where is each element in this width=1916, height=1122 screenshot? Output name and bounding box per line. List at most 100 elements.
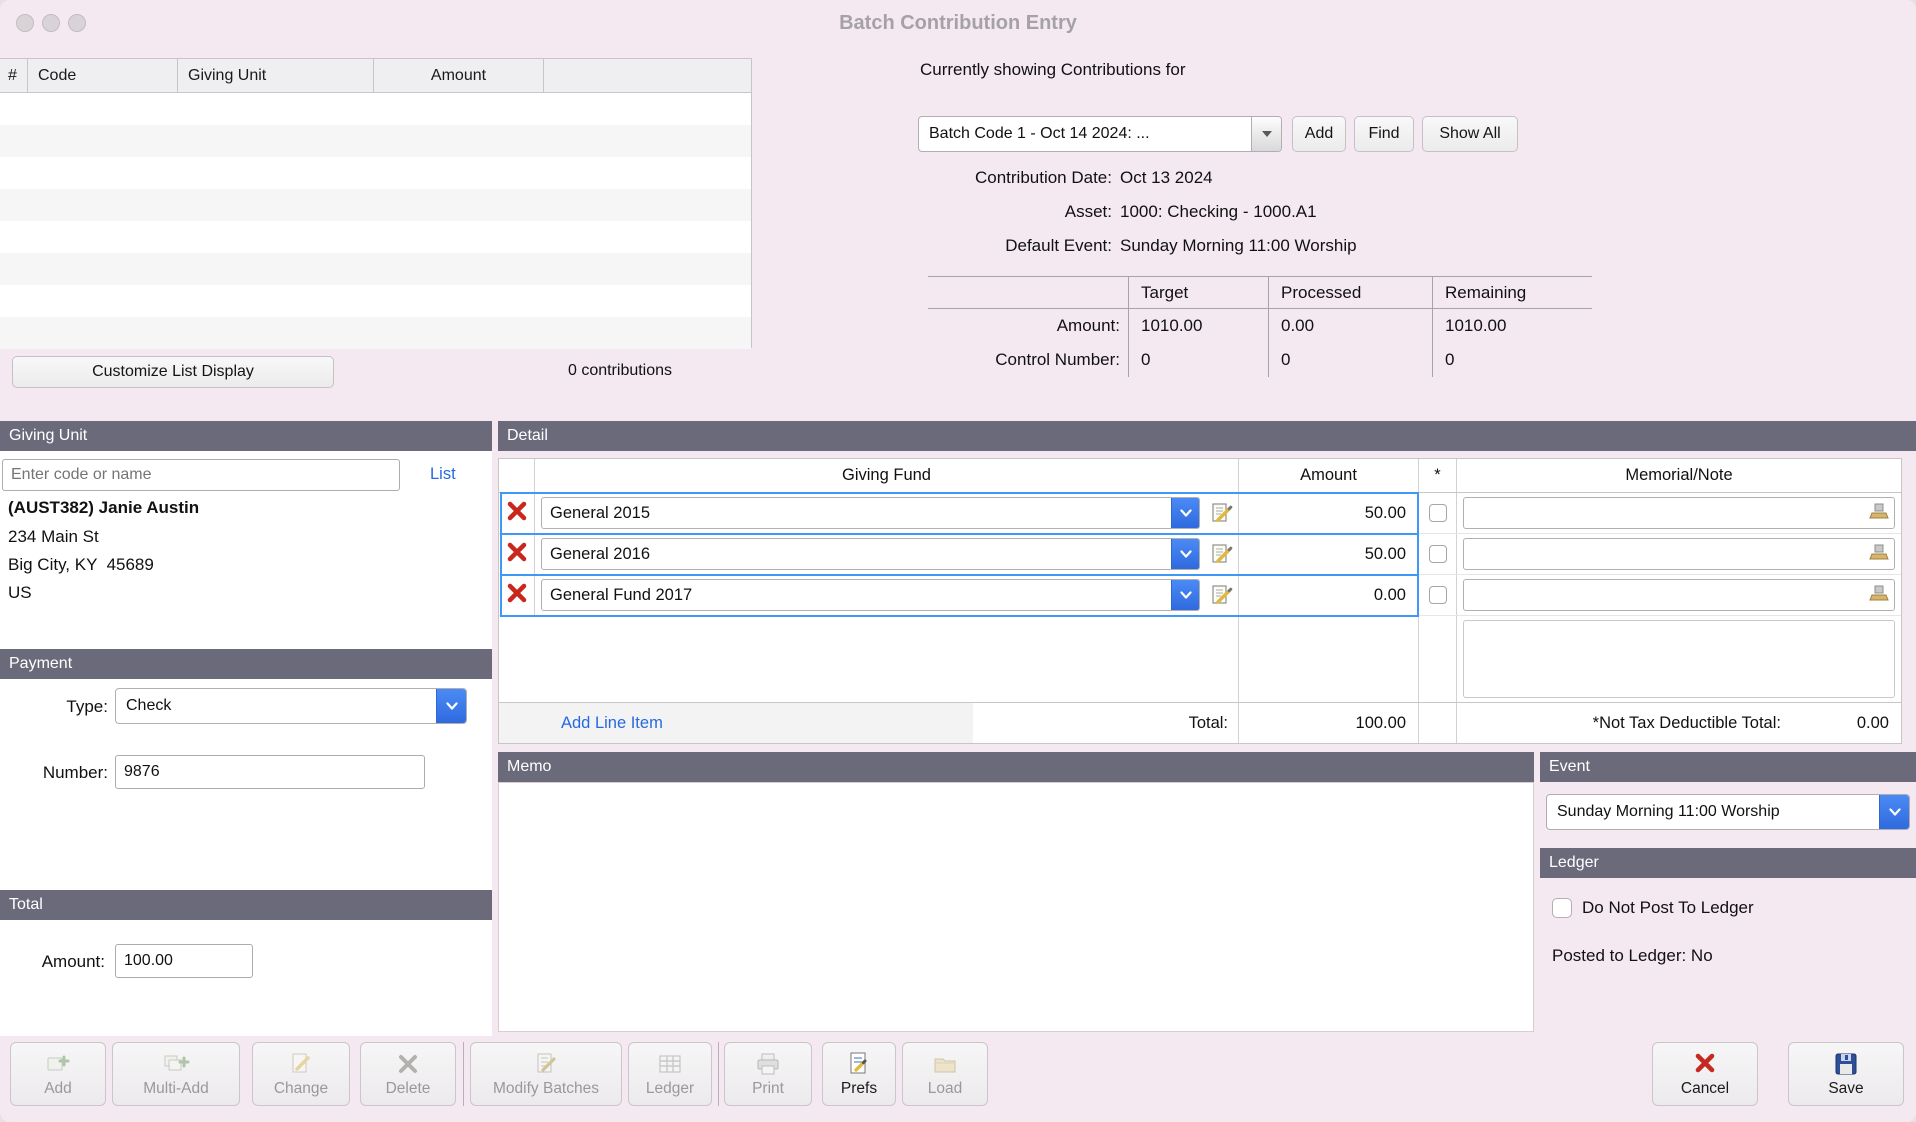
payment-number-input[interactable] — [115, 755, 425, 789]
delete-line-icon[interactable] — [506, 582, 528, 609]
titlebar[interactable]: Batch Contribution Entry — [0, 0, 1916, 46]
modify-batches-icon — [532, 1050, 560, 1078]
detail-table-header: Giving Fund Amount * Memorial/Note — [499, 459, 1901, 493]
column-header-number[interactable]: # — [0, 59, 28, 92]
event-section-header: Event — [1540, 752, 1916, 782]
print-icon — [754, 1050, 782, 1078]
line-amount-field[interactable]: 50.00 — [1239, 534, 1419, 574]
summary-amount-processed: 0.00 — [1268, 309, 1432, 343]
giving-fund-select[interactable]: General Fund 2017 — [541, 579, 1200, 611]
list-row — [0, 317, 751, 349]
column-header-code[interactable]: Code — [28, 59, 178, 92]
batch-find-button[interactable]: Find — [1354, 116, 1414, 152]
batch-add-button[interactable]: Add — [1292, 116, 1346, 152]
chevron-down-icon — [1879, 795, 1909, 829]
do-not-post-checkbox[interactable] — [1552, 898, 1572, 918]
batch-select-value: Batch Code 1 - Oct 14 2024: ... — [919, 125, 1251, 143]
edit-fund-icon[interactable] — [1204, 583, 1238, 607]
memorial-note-field[interactable] — [1463, 538, 1895, 570]
batch-contribution-entry-window: Batch Contribution Entry # Code Giving U… — [0, 0, 1916, 1122]
note-stamp-icon[interactable] — [1868, 582, 1890, 609]
save-button[interactable]: Save — [1788, 1042, 1904, 1106]
detail-total-label: Total: — [1189, 714, 1238, 733]
toolbar-separator — [463, 1042, 464, 1106]
total-amount-input[interactable] — [115, 944, 253, 978]
contribution-list-body[interactable] — [0, 93, 751, 349]
payment-type-select[interactable]: Check — [115, 688, 467, 724]
giving-fund-select[interactable]: General 2015 — [541, 497, 1200, 529]
note-stamp-icon[interactable] — [1868, 500, 1890, 527]
memorial-note-field[interactable] — [1463, 497, 1895, 529]
batch-heading: Currently showing Contributions for — [920, 60, 1186, 80]
giving-unit-section-header: Giving Unit — [0, 421, 492, 451]
contribution-list-table[interactable]: # Code Giving Unit Amount — [0, 58, 752, 348]
prefs-button[interactable]: Prefs — [822, 1042, 896, 1106]
memo-input[interactable] — [498, 782, 1534, 1032]
column-header-giving-unit[interactable]: Giving Unit — [178, 59, 374, 92]
delete-line-icon[interactable] — [506, 500, 528, 527]
modify-batches-button[interactable]: Modify Batches — [470, 1042, 622, 1106]
summary-col-processed: Processed — [1268, 277, 1432, 308]
column-header-delete — [499, 459, 535, 492]
edit-fund-icon[interactable] — [1204, 501, 1238, 525]
not-tax-deductible-checkbox[interactable] — [1429, 545, 1447, 563]
list-row — [0, 253, 751, 285]
delete-button[interactable]: Delete — [360, 1042, 456, 1106]
detail-section-header: Detail — [498, 421, 1916, 451]
line-amount-field[interactable]: 0.00 — [1239, 575, 1419, 615]
column-header-giving-fund: Giving Fund — [535, 459, 1239, 492]
add-icon — [44, 1050, 72, 1078]
asset-label: Asset: — [880, 202, 1112, 222]
ledger-section-header: Ledger — [1540, 848, 1916, 878]
ntd-total-label: *Not Tax Deductible Total: — [1457, 714, 1781, 733]
giving-fund-select[interactable]: General 2016 — [541, 538, 1200, 570]
default-event-value: Sunday Morning 11:00 Worship — [1120, 236, 1357, 256]
prefs-icon — [845, 1050, 873, 1078]
detail-empty-area — [499, 616, 1901, 702]
detail-table: Giving Fund Amount * Memorial/Note Gener… — [498, 458, 1902, 744]
chevron-down-icon — [436, 689, 466, 723]
summary-control-remaining: 0 — [1432, 343, 1592, 377]
customize-list-display-button[interactable]: Customize List Display — [12, 356, 334, 388]
load-button[interactable]: Load — [902, 1042, 988, 1106]
edit-fund-icon[interactable] — [1204, 542, 1238, 566]
list-row — [0, 189, 751, 221]
delete-icon — [394, 1050, 422, 1078]
change-button[interactable]: Change — [252, 1042, 350, 1106]
list-row — [0, 125, 751, 157]
dropdown-arrow-icon — [1251, 117, 1281, 151]
multi-add-button[interactable]: Multi-Add — [112, 1042, 240, 1106]
add-line-item-link[interactable]: Add Line Item — [561, 714, 663, 733]
not-tax-deductible-checkbox[interactable] — [1429, 504, 1447, 522]
memorial-note-field[interactable] — [1463, 620, 1895, 698]
note-stamp-icon[interactable] — [1868, 541, 1890, 568]
multi-add-icon — [162, 1050, 190, 1078]
giving-unit-address-line: US — [8, 583, 32, 603]
giving-unit-search-input[interactable] — [2, 459, 400, 491]
payment-section-header: Payment — [0, 649, 492, 679]
print-button[interactable]: Print — [724, 1042, 812, 1106]
giving-unit-name: (AUST382) Janie Austin — [8, 498, 199, 518]
event-select[interactable]: Sunday Morning 11:00 Worship — [1546, 794, 1910, 830]
batch-show-all-button[interactable]: Show All — [1422, 116, 1518, 152]
add-button[interactable]: Add — [10, 1042, 106, 1106]
list-row — [0, 285, 751, 317]
memorial-note-field[interactable] — [1463, 579, 1895, 611]
toolbar-separator — [718, 1042, 719, 1106]
cancel-icon — [1691, 1050, 1719, 1078]
do-not-post-label: Do Not Post To Ledger — [1582, 898, 1754, 918]
batch-select[interactable]: Batch Code 1 - Oct 14 2024: ... — [918, 116, 1282, 152]
giving-unit-list-link[interactable]: List — [430, 465, 456, 484]
posted-to-ledger-text: Posted to Ledger: No — [1552, 946, 1713, 966]
line-amount-field[interactable]: 50.00 — [1239, 493, 1419, 533]
contribution-count: 0 contributions — [510, 362, 730, 380]
memo-section-header: Memo — [498, 752, 1534, 782]
cancel-button[interactable]: Cancel — [1652, 1042, 1758, 1106]
detail-row: General 2015 50.00 — [499, 493, 1901, 534]
ledger-button[interactable]: Ledger — [628, 1042, 712, 1106]
delete-line-icon[interactable] — [506, 541, 528, 568]
not-tax-deductible-checkbox[interactable] — [1429, 586, 1447, 604]
column-header-amount[interactable]: Amount — [374, 59, 544, 92]
list-row — [0, 93, 751, 125]
summary-amount-remaining: 1010.00 — [1432, 309, 1592, 343]
